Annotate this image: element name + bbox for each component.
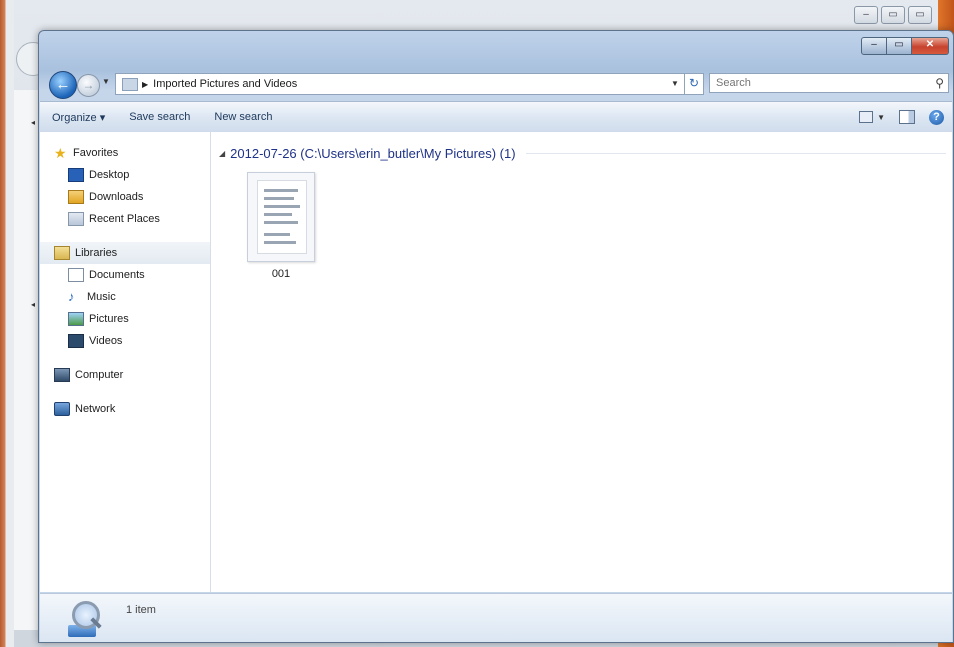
refresh-icon: ↻: [688, 76, 700, 90]
downloads-icon: [68, 190, 84, 204]
refresh-button[interactable]: ↻: [684, 73, 704, 95]
group-header-label: 2012-07-26 (C:\Users\erin_butler\My Pict…: [230, 146, 516, 161]
folder-icon: [122, 77, 138, 91]
back-arrow-icon: ←: [55, 76, 71, 93]
close-button[interactable]: ✕: [912, 37, 949, 55]
search-results-icon: [68, 599, 104, 637]
star-icon: ★: [54, 145, 67, 161]
videos-icon: [68, 334, 84, 348]
nav-pictures-label: Pictures: [89, 313, 129, 325]
preview-pane-icon[interactable]: [899, 110, 915, 124]
nav-network-label: Network: [75, 403, 116, 415]
desktop-icon: [68, 168, 84, 182]
maximize-button[interactable]: ▭: [887, 37, 912, 55]
nav-network[interactable]: Network: [40, 398, 210, 420]
address-bar[interactable]: ▶ Imported Pictures and Videos: [115, 73, 703, 95]
document-page-icon: [257, 180, 307, 254]
navigation-pane: ★ Favorites Desktop Downloads Recent Pla…: [40, 132, 211, 592]
nav-videos[interactable]: Videos: [40, 330, 210, 352]
nav-music-label: Music: [87, 291, 116, 303]
music-icon: ♪: [68, 289, 75, 304]
group-header[interactable]: ◢ 2012-07-26 (C:\Users\erin_butler\My Pi…: [219, 146, 946, 161]
image-thumbnail: [247, 172, 315, 262]
nav-videos-label: Videos: [89, 335, 123, 347]
background-minimize-button: –: [854, 6, 878, 24]
search-input[interactable]: [714, 76, 918, 90]
background-close-button: ▭: [908, 6, 932, 24]
minimize-button[interactable]: –: [861, 37, 887, 55]
nav-recent-places-label: Recent Places: [89, 213, 160, 225]
documents-icon: [68, 268, 84, 282]
recent-pages-dropdown[interactable]: ▼: [102, 77, 110, 86]
group-divider: [525, 153, 946, 154]
background-collapse-arrow: ◂: [31, 118, 36, 127]
nav-computer[interactable]: Computer: [40, 364, 210, 386]
help-icon[interactable]: ?: [929, 109, 944, 125]
nav-documents-label: Documents: [89, 269, 145, 281]
background-window-edge: [0, 0, 14, 647]
back-button[interactable]: ←: [49, 71, 77, 99]
save-search-button[interactable]: Save search: [117, 111, 202, 123]
change-view-icon[interactable]: [859, 111, 874, 123]
forward-button[interactable]: →: [77, 74, 100, 97]
address-dropdown-button[interactable]: ▼: [667, 73, 683, 95]
nav-computer-label: Computer: [75, 369, 124, 381]
search-box[interactable]: ⚲: [709, 73, 949, 93]
background-side-panel: [14, 90, 39, 630]
search-icon[interactable]: ⚲: [935, 76, 944, 90]
network-icon: [54, 402, 70, 416]
nav-libraries[interactable]: Libraries: [40, 242, 210, 264]
nav-favorites-label: Favorites: [73, 147, 119, 159]
details-pane: 1 item: [40, 593, 952, 642]
group-collapse-icon[interactable]: ◢: [219, 149, 225, 158]
command-bar: Organize ▾ Save search New search ▼ ?: [40, 101, 952, 133]
nav-desktop-label: Desktop: [89, 169, 130, 181]
file-item[interactable]: 001: [245, 172, 317, 280]
item-count: 1 item: [126, 604, 156, 616]
background-maximize-button: ▭: [881, 6, 905, 24]
new-search-button[interactable]: New search: [202, 111, 284, 123]
breadcrumb-separator-icon[interactable]: ▶: [142, 80, 148, 89]
nav-downloads[interactable]: Downloads: [40, 186, 210, 208]
nav-documents[interactable]: Documents: [40, 264, 210, 286]
command-bar-right: ▼ ?: [859, 109, 952, 125]
nav-favorites[interactable]: ★ Favorites: [40, 142, 210, 164]
file-list-pane: ◢ 2012-07-26 (C:\Users\erin_butler\My Pi…: [211, 132, 952, 592]
file-name: 001: [271, 268, 291, 280]
view-options-dropdown[interactable]: ▼: [877, 113, 885, 122]
pictures-icon: [68, 312, 84, 326]
background-collapse-arrow: ◂: [31, 300, 36, 309]
background-caption-buttons: – ▭ ▭: [854, 6, 932, 24]
recent-places-icon: [68, 212, 84, 226]
nav-pictures[interactable]: Pictures: [40, 308, 210, 330]
nav-music[interactable]: ♪ Music: [40, 286, 210, 308]
libraries-icon: [54, 246, 70, 260]
nav-desktop[interactable]: Desktop: [40, 164, 210, 186]
nav-downloads-label: Downloads: [89, 191, 144, 203]
organize-button[interactable]: Organize ▾: [40, 111, 117, 124]
forward-arrow-icon: →: [82, 78, 95, 92]
computer-icon: [54, 368, 70, 382]
explorer-window: – ▭ ✕ ← → ▼ ▶ Imported Pictures and Vide…: [38, 30, 954, 643]
breadcrumb-current[interactable]: Imported Pictures and Videos: [153, 78, 297, 90]
caption-buttons: – ▭ ✕: [861, 37, 949, 55]
nav-recent-places[interactable]: Recent Places: [40, 208, 210, 230]
nav-libraries-label: Libraries: [75, 247, 118, 259]
